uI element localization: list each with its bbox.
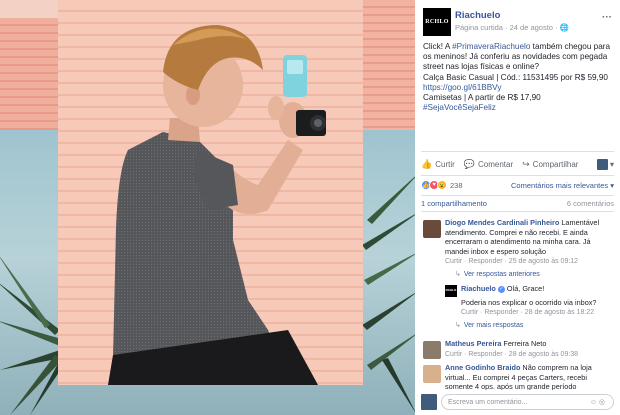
view-previous-replies-link[interactable]: ↳ Ver respostas anteriores (455, 270, 540, 278)
wow-reaction-icon[interactable]: 😮 (437, 180, 447, 190)
chevron-down-icon: ▾ (610, 180, 614, 190)
palm-leaves-right (362, 150, 415, 415)
divider (421, 195, 614, 196)
comment-actions[interactable]: Curtir · Responder · 25 de agosto às 09:… (445, 257, 614, 267)
view-more-replies-link[interactable]: ↳ Ver mais respostas (455, 321, 523, 329)
commenter-name[interactable]: Diogo Mendes Cardinali Pinheiro (445, 218, 559, 227)
comment-input-placeholder: Escreva um comentário... (448, 398, 528, 406)
acting-as-selector[interactable]: ▾ (596, 158, 614, 170)
comment-icon: 💬 (463, 158, 475, 169)
reply-arrow-icon: ↳ (455, 271, 461, 278)
view-more-replies-label: Ver mais respostas (463, 322, 524, 329)
post-caption: Click! A #PrimaveraRiachuelo também cheg… (415, 40, 620, 113)
share-icon: ↪ (522, 158, 530, 169)
reply-greeting: Olá, Grace! (504, 284, 545, 293)
divider (421, 175, 614, 176)
commenter-name[interactable]: Matheus Pereira (445, 339, 501, 348)
commenter-name[interactable]: Anne Godinho Braido (445, 363, 520, 372)
avatar[interactable] (423, 365, 441, 383)
view-previous-replies-label: Ver respostas anteriores (463, 271, 540, 278)
reactions-row: 👍 ♥ 😮 238 Comentários mais relevantes ▾ (421, 178, 614, 192)
post-sidebar: RCHLO Riachuelo Página curtida · 24 de a… (415, 0, 620, 415)
comment-input[interactable]: Escreva um comentário... ☺◎ (441, 394, 614, 410)
avatar[interactable] (423, 220, 441, 238)
caption-intro: Click! A (423, 42, 453, 51)
comment-item: Anne Godinho Braido Não comprem na loja … (421, 363, 614, 390)
globe-icon: 🌐 (559, 23, 569, 32)
comment-count: 6 comentários (566, 199, 614, 208)
share-count-link[interactable]: 1 compartilhamento (421, 199, 487, 208)
comment-sort-dropdown[interactable]: Comentários mais relevantes ▾ (511, 181, 614, 190)
hashtag-seja-voce[interactable]: #SejaVocêSejaFeliz (423, 103, 612, 113)
sort-label: Comentários mais relevantes (511, 180, 609, 190)
comment-body: Anne Godinho Braido Não comprem na loja … (445, 363, 614, 390)
post-actions: 👍 Curtir 💬 Comentar ↪ Compartilhar ▾ (415, 154, 620, 174)
shirts-line: Camisetas | A partir de R$ 17,90 (423, 93, 541, 103)
avatar (421, 394, 437, 410)
share-button[interactable]: ↪ Compartilhar (522, 159, 578, 170)
ellipsis-icon[interactable]: ··· (602, 12, 612, 23)
chevron-down-icon: ▾ (609, 159, 614, 169)
divider (421, 211, 614, 212)
comment-item: Matheus Pereira Ferreira Neto Curtir · R… (421, 339, 614, 359)
like-button[interactable]: 👍 Curtir (421, 159, 455, 170)
verified-badge-icon: ✓ (497, 285, 505, 293)
post-meta-text: Página curtida · 24 de agosto · (455, 23, 560, 32)
comment-text: Ferreira Neto (501, 339, 547, 348)
reply-arrow-icon: ↳ (455, 322, 461, 329)
pink-shutter-left (0, 18, 58, 130)
comment-body: Matheus Pereira Ferreira Neto Curtir · R… (445, 339, 614, 359)
hashtag-primavera[interactable]: #PrimaveraRiachuelo (452, 42, 530, 51)
product-line: Calça Basic Casual | Cód.: 11531495 por … (423, 72, 608, 82)
reply-body: Riachuelo ✓ Olá, Grace! Poderia nos expl… (461, 284, 614, 318)
product-link[interactable]: https://goo.gl/61BBVy (423, 83, 612, 93)
comment-item: Diogo Mendes Cardinali Pinheiro Lamentáv… (421, 218, 614, 267)
like-label: Curtir (435, 159, 455, 169)
reply-author-name[interactable]: Riachuelo (461, 284, 496, 293)
reply-item: RCHLO Riachuelo ✓ Olá, Grace! Poderia no… (445, 284, 614, 318)
avatar[interactable] (423, 341, 441, 359)
user-avatar (596, 158, 608, 170)
reply-actions[interactable]: Curtir · Responder · 28 de agosto às 18:… (461, 308, 614, 318)
write-comment-box: Escreva um comentário... ☺◎ (421, 392, 614, 412)
post-meta: Página curtida · 24 de agosto · 🌐 (455, 23, 569, 32)
share-label: Compartilhar (532, 159, 579, 169)
pink-panel (58, 0, 363, 385)
boy-photographer-illustration (108, 25, 326, 385)
emoji-camera-icons[interactable]: ☺◎ (590, 398, 607, 406)
comment-label: Comentar (478, 159, 514, 169)
page-name-link[interactable]: Riachuelo (455, 10, 500, 21)
comment-body: Diogo Mendes Cardinali Pinheiro Lamentáv… (445, 218, 614, 267)
divider (421, 151, 614, 152)
pink-shutter-right (360, 0, 415, 130)
reaction-count[interactable]: 238 (450, 181, 463, 190)
thumbs-up-icon: 👍 (421, 158, 433, 169)
post-photo[interactable] (0, 0, 415, 415)
comment-actions[interactable]: Curtir · Responder · 28 de agosto às 09:… (445, 350, 614, 360)
shares-row: 1 compartilhamento 6 comentários (421, 199, 614, 208)
page-logo[interactable]: RCHLO (423, 8, 451, 36)
comment-button[interactable]: 💬 Comentar (464, 159, 513, 170)
reply-text: Poderia nos explicar o ocorrido via inbo… (461, 297, 597, 307)
post-header: RCHLO Riachuelo Página curtida · 24 de a… (415, 0, 620, 40)
avatar[interactable]: RCHLO (445, 285, 457, 297)
caption-paragraph: Click! A #PrimaveraRiachuelo também cheg… (423, 42, 612, 73)
